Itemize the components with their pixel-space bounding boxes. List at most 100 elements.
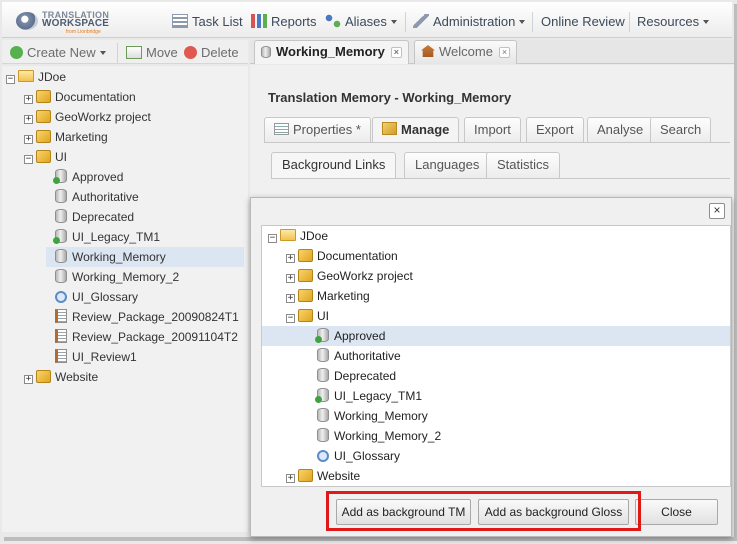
tree-node-review-package-1[interactable]: Review_Package_20090824T1 — [55, 307, 239, 327]
home-icon — [421, 45, 435, 57]
tab-analyse[interactable]: Analyse — [587, 117, 654, 142]
tree-node-label: UI — [55, 150, 67, 164]
tree-node-label: UI_Review1 — [72, 350, 137, 364]
subtab-background-links[interactable]: Background Links — [271, 152, 397, 178]
nav-task-list[interactable]: Task List — [172, 13, 243, 31]
project-icon — [298, 469, 313, 482]
nav-administration[interactable]: Administration — [413, 13, 526, 31]
tree-node-website[interactable]: + Website — [286, 466, 360, 486]
tree-node-working-memory[interactable]: Working_Memory — [46, 247, 244, 267]
tree-node-deprecated[interactable]: Deprecated — [55, 207, 134, 227]
tree-node-ui-legacy-tm1[interactable]: UI_Legacy_TM1 — [53, 227, 160, 247]
nav-online-review[interactable]: Online Review — [541, 13, 625, 31]
tree-node-label: Review_Package_20090824T1 — [72, 310, 239, 324]
tree-node-label: Deprecated — [72, 210, 135, 224]
expand-icon[interactable]: + — [286, 474, 295, 483]
collapse-icon[interactable]: − — [24, 155, 33, 164]
tree-node-marketing[interactable]: + Marketing — [286, 286, 370, 306]
tree-node-geoworkz[interactable]: + GeoWorkz project — [24, 107, 151, 127]
tree-node-ui-glossary[interactable]: UI_Glossary — [317, 446, 400, 466]
nav-aliases[interactable]: Aliases — [325, 13, 397, 31]
nav-divider — [532, 12, 533, 32]
expand-icon[interactable]: + — [286, 254, 295, 263]
tree-node-root[interactable]: − JDoe — [6, 67, 66, 87]
expand-icon[interactable]: + — [24, 375, 33, 384]
tree-node-marketing[interactable]: + Marketing — [24, 127, 108, 147]
tree-node-ui[interactable]: − UI — [24, 147, 67, 167]
review-package-icon — [55, 329, 67, 343]
tab-label: Working_Memory — [276, 44, 385, 59]
tree-node-ui-legacy-tm1[interactable]: UI_Legacy_TM1 — [315, 386, 422, 406]
subtab-languages[interactable]: Languages — [404, 152, 491, 178]
tab-properties[interactable]: Properties * — [264, 117, 371, 142]
move-button[interactable]: Move — [126, 44, 178, 62]
tree-node-approved[interactable]: Approved — [53, 167, 123, 187]
expand-icon[interactable]: + — [24, 135, 33, 144]
document-tab-bar: Working_Memory × Welcome × — [250, 40, 734, 64]
expand-icon[interactable]: + — [286, 294, 295, 303]
close-icon[interactable]: × — [709, 203, 725, 219]
add-icon — [10, 46, 23, 59]
glossary-icon — [317, 450, 329, 462]
close-icon[interactable]: × — [390, 47, 402, 58]
tree-node-label: JDoe — [38, 70, 67, 84]
tree-node-documentation[interactable]: + Documentation — [24, 87, 136, 107]
tree-node-authoritative[interactable]: Authoritative — [55, 187, 139, 207]
tm-icon — [55, 269, 67, 283]
create-new-button[interactable]: Create New — [10, 44, 106, 62]
tree-node-label: UI — [317, 309, 329, 323]
tree-node-review-package-2[interactable]: Review_Package_20091104T2 — [55, 327, 238, 347]
subtab-statistics[interactable]: Statistics — [486, 152, 561, 178]
tab-working-memory[interactable]: Working_Memory × — [254, 40, 409, 64]
project-icon — [298, 309, 313, 322]
tree-node-working-memory-2[interactable]: Working_Memory_2 — [317, 426, 441, 446]
tree-node-deprecated[interactable]: Deprecated — [317, 366, 396, 386]
chevron-down-icon — [519, 20, 526, 24]
collapse-icon[interactable]: − — [6, 75, 15, 84]
expand-icon[interactable]: + — [24, 115, 33, 124]
delete-icon — [184, 46, 197, 59]
dialog-tree: − JDoe + Documentation + GeoWorkz project +… — [261, 225, 731, 487]
collapse-icon[interactable]: − — [268, 234, 277, 243]
close-button[interactable]: Close — [635, 499, 718, 525]
tree-node-ui[interactable]: − UI — [286, 306, 329, 326]
expand-icon[interactable]: + — [286, 274, 295, 283]
expand-icon[interactable]: + — [24, 95, 33, 104]
project-icon — [36, 110, 51, 123]
tree-node-approved[interactable]: Approved — [262, 326, 730, 346]
tab-welcome[interactable]: Welcome × — [414, 40, 517, 64]
tab-export[interactable]: Export — [526, 117, 584, 142]
nav-reports[interactable]: Reports — [251, 13, 317, 31]
chevron-down-icon — [99, 51, 106, 55]
tree-node-ui-glossary[interactable]: UI_Glossary — [55, 287, 138, 307]
tm-linked-icon — [315, 328, 329, 343]
tree-node-ui-review1[interactable]: UI_Review1 — [55, 347, 137, 367]
collapse-icon[interactable]: − — [286, 314, 295, 323]
tree-node-working-memory[interactable]: Working_Memory — [317, 406, 428, 426]
delete-button[interactable]: Delete — [184, 44, 239, 62]
nav-resources[interactable]: Resources — [637, 13, 710, 31]
tm-icon — [55, 209, 67, 223]
tab-label: Properties * — [293, 122, 361, 137]
tree-node-label: GeoWorkz project — [317, 269, 413, 283]
tm-icon — [261, 46, 271, 58]
tree-node-geoworkz[interactable]: + GeoWorkz project — [286, 266, 413, 286]
tree-node-root[interactable]: − JDoe — [268, 226, 328, 246]
toolbar-divider — [117, 43, 118, 63]
nav-divider — [629, 12, 630, 32]
project-icon — [298, 249, 313, 262]
tree-node-working-memory-2[interactable]: Working_Memory_2 — [55, 267, 179, 287]
tab-search[interactable]: Search — [650, 117, 712, 142]
tree-node-authoritative[interactable]: Authoritative — [317, 346, 401, 366]
tab-manage[interactable]: Manage — [372, 117, 460, 143]
tree-node-documentation[interactable]: + Documentation — [286, 246, 398, 266]
review-package-icon — [55, 349, 67, 363]
tm-linked-icon — [53, 169, 67, 184]
tree-node-label: Authoritative — [334, 349, 401, 363]
project-icon — [36, 150, 51, 163]
tab-import[interactable]: Import — [464, 117, 521, 142]
chevron-down-icon — [390, 20, 397, 24]
tab-label: Welcome — [439, 44, 493, 59]
close-icon[interactable]: × — [498, 47, 510, 58]
tree-node-website[interactable]: + Website — [24, 367, 98, 387]
